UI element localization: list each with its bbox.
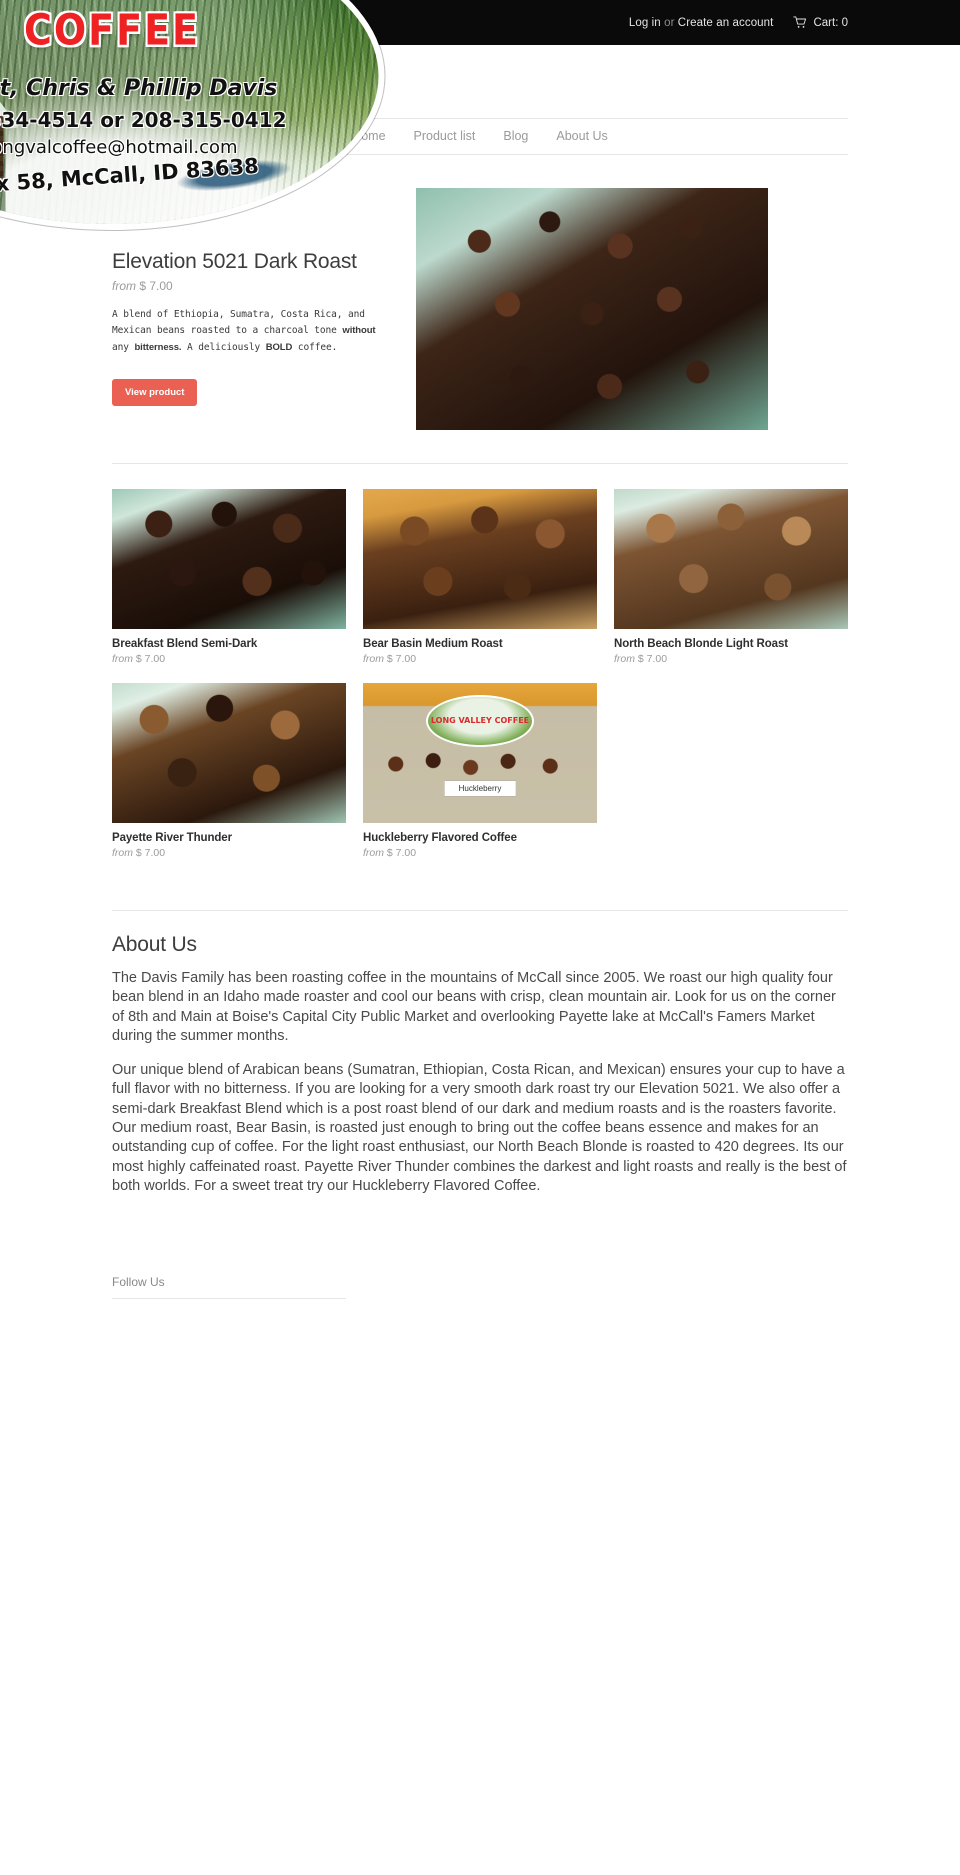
nav-item-blog[interactable]: Blog (489, 118, 542, 155)
product-title: Bear Basin Medium Roast (363, 638, 503, 650)
view-product-button[interactable]: View product (112, 379, 198, 407)
product-card[interactable]: Bear Basin Medium Roast from $ 7.00 (363, 489, 597, 665)
price-value: $ 7.00 (135, 847, 166, 859)
featured-product-price: from $ 7.00 (112, 279, 390, 293)
or-separator: or (660, 16, 678, 29)
nav-item-product-list[interactable]: Product list (400, 118, 490, 155)
desc-part-2: any (112, 341, 135, 353)
product-grid: Breakfast Blend Semi-Dark from $ 7.00 Be… (112, 464, 848, 877)
product-price: from $ 7.00 (363, 653, 597, 665)
top-bar-right: Log in or Create an account Cart: 0 (629, 16, 848, 29)
product-title: Breakfast Blend Semi-Dark (112, 638, 258, 650)
product-card[interactable]: LONG VALLEY COFFEE Huckleberry Huckleber… (363, 683, 597, 859)
product-image[interactable] (112, 683, 346, 823)
price-value: $ 7.00 (135, 653, 166, 665)
featured-product-image[interactable] (416, 188, 768, 430)
desc-bold-bold: BOLD (265, 341, 293, 353)
price-from-label: from (112, 279, 136, 293)
footer-follow-us-column: Follow Us (112, 1275, 346, 1299)
featured-product-title: Elevation 5021 Dark Roast (112, 250, 357, 273)
price-value: $ 7.00 (386, 653, 417, 665)
create-account-link[interactable]: Create an account (678, 17, 774, 29)
bag-beans-strip (363, 747, 597, 781)
account-links: Log in or Create an account (629, 17, 774, 29)
product-price: from $ 7.00 (614, 653, 848, 665)
price-value: $ 7.00 (637, 653, 668, 665)
shopping-cart-icon (793, 16, 807, 28)
about-us-paragraph-2: Our unique blend of Arabican beans (Suma… (112, 1061, 847, 1195)
site-footer: Follow Us (112, 1211, 848, 1299)
price-from-label: from (112, 847, 133, 859)
price-value: $ 7.00 (386, 847, 417, 859)
desc-part-1: A blend of Ethiopia, Sumatra, Costa Rica… (112, 309, 365, 337)
about-us-heading: About Us (112, 933, 197, 956)
product-card[interactable]: Breakfast Blend Semi-Dark from $ 7.00 (112, 489, 346, 665)
cart-link[interactable]: Cart: 0 (793, 16, 848, 29)
bag-flavor-pill: Huckleberry (443, 780, 517, 797)
price-from-label: from (112, 653, 133, 665)
desc-part-4: coffee. (292, 341, 338, 353)
desc-part-3: A deliciously (181, 341, 266, 353)
product-title: North Beach Blonde Light Roast (614, 638, 788, 650)
product-title: Payette River Thunder (112, 832, 232, 844)
product-image[interactable] (112, 489, 346, 629)
product-card[interactable]: North Beach Blonde Light Roast from $ 7.… (614, 489, 848, 665)
price-from-label: from (363, 847, 384, 859)
product-card[interactable]: Payette River Thunder from $ 7.00 (112, 683, 346, 859)
page-container: LONG VALLEY COFFEE Brett, Chris & Philli… (0, 0, 848, 1299)
follow-us-heading: Follow Us (112, 1275, 346, 1299)
product-image[interactable]: LONG VALLEY COFFEE Huckleberry (363, 683, 597, 823)
price-from-label: from (614, 653, 635, 665)
bag-logo-label: LONG VALLEY COFFEE (426, 695, 534, 747)
banner-wrap: LONG VALLEY COFFEE Brett, Chris & Philli… (0, 0, 848, 230)
product-title: Huckleberry Flavored Coffee (363, 832, 517, 844)
product-image[interactable] (363, 489, 597, 629)
nav-item-about-us[interactable]: About Us (542, 118, 621, 155)
about-us-section: About Us The Davis Family has been roast… (112, 911, 848, 1197)
desc-bold-without: without (342, 325, 376, 337)
product-price: from $ 7.00 (112, 847, 346, 859)
login-link[interactable]: Log in (629, 17, 661, 29)
product-price: from $ 7.00 (112, 653, 346, 665)
cart-label: Cart: 0 (813, 16, 848, 29)
featured-product-description: A blend of Ethiopia, Sumatra, Costa Rica… (112, 307, 390, 356)
product-image[interactable] (614, 489, 848, 629)
desc-bold-bitterness: bitterness. (134, 341, 182, 353)
price-value: $ 7.00 (139, 279, 173, 293)
product-price: from $ 7.00 (363, 847, 597, 859)
about-us-paragraph-1: The Davis Family has been roasting coffe… (112, 970, 836, 1045)
price-from-label: from (363, 653, 384, 665)
